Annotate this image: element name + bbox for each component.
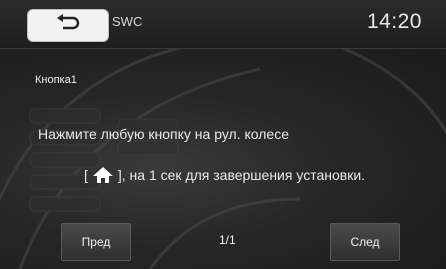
instruction-line-1: Нажмите любую кнопку на рул. колесе — [38, 126, 289, 142]
back-arrow-icon — [55, 14, 81, 37]
next-button[interactable]: След — [330, 223, 400, 261]
clock: 14:20 — [366, 10, 422, 33]
page-indicator: 1/1 — [219, 233, 236, 247]
screen-title: SWC — [112, 14, 143, 29]
home-icon — [92, 166, 114, 184]
instruction-suffix: ], на 1 сек для завершения установки. — [117, 167, 366, 183]
top-bar: SWC 14:20 — [0, 0, 446, 49]
instruction-prefix: [ — [84, 167, 88, 183]
button-label: Кнопка1 — [35, 74, 77, 86]
prev-button[interactable]: Пред — [61, 223, 131, 261]
instruction-line-2: [ ], на 1 сек для завершения установки. — [84, 166, 365, 184]
back-button[interactable] — [27, 9, 109, 42]
